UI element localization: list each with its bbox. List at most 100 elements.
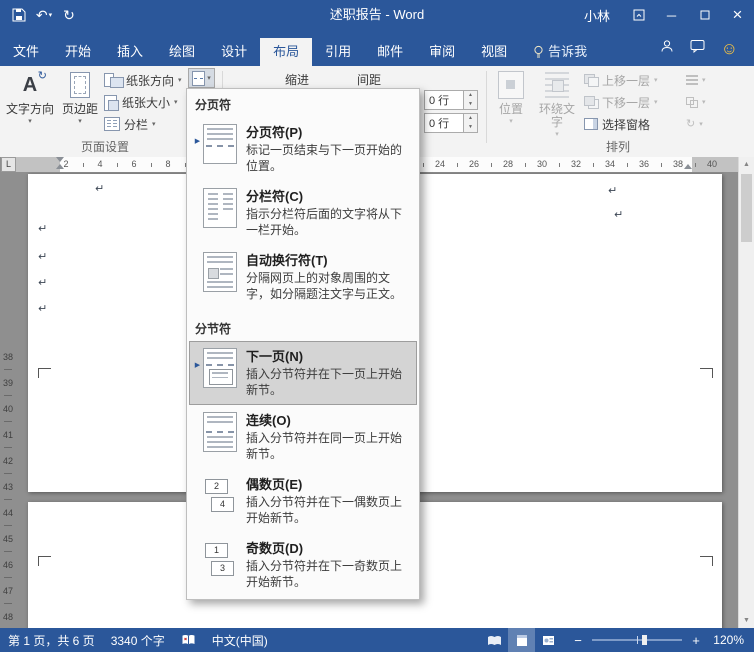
maximize-icon xyxy=(700,10,709,20)
proofing-status-button[interactable] xyxy=(173,628,204,652)
odd-page-break-icon: 1 3 xyxy=(203,540,237,580)
ruler-number: 42 xyxy=(2,456,13,466)
scrollbar-thumb[interactable] xyxy=(741,174,752,242)
send-backward-button[interactable]: 下移一层 ▾ xyxy=(584,92,658,112)
zoom-out-button[interactable]: − xyxy=(572,633,584,648)
tab-design[interactable]: 设计 xyxy=(208,38,260,66)
text-wrapping-break-icon xyxy=(203,252,237,292)
tab-home[interactable]: 开始 xyxy=(52,38,104,66)
scroll-up-icon[interactable]: ▲ xyxy=(739,157,754,172)
comments-icon[interactable] xyxy=(690,39,705,58)
paper-size-button[interactable]: 纸张大小 ▾ xyxy=(104,92,178,112)
spinner-arrows[interactable]: ▲ ▼ xyxy=(463,114,477,132)
group-divider xyxy=(486,71,487,143)
tab-layout[interactable]: 布局 xyxy=(260,38,313,66)
menu-item-page-break[interactable]: ▶ 分页符(P) 标记一页结束与下一页开始的位置。 xyxy=(189,117,417,181)
tab-file[interactable]: 文件 xyxy=(0,38,52,66)
right-indent-marker[interactable] xyxy=(684,164,692,169)
paragraph-mark-icon: ↵ xyxy=(608,185,618,197)
position-icon xyxy=(498,71,524,99)
maximize-button[interactable] xyxy=(688,0,721,30)
breaks-icon xyxy=(192,70,206,86)
zoom-level[interactable]: 120% xyxy=(712,633,754,647)
ruler-number: 4 xyxy=(97,159,103,169)
signed-in-user[interactable]: 小林 xyxy=(572,6,622,25)
minimize-button[interactable]: ─ xyxy=(655,0,688,30)
ruler-tick xyxy=(4,421,12,422)
close-icon: × xyxy=(732,5,743,24)
ruler-number: 6 xyxy=(131,159,137,169)
tab-insert[interactable]: 插入 xyxy=(104,38,156,66)
paragraph-mark-icon: ↵ xyxy=(614,209,624,221)
spin-down-icon: ▼ xyxy=(468,101,473,107)
menu-item-continuous[interactable]: 连续(O) 插入分节符并在同一页上开始新节。 xyxy=(189,405,417,469)
position-button[interactable]: 位置 ▾ xyxy=(490,69,532,141)
read-mode-button[interactable] xyxy=(481,628,508,652)
bring-forward-button[interactable]: 上移一层 ▾ xyxy=(584,70,658,90)
align-button[interactable]: ▾ xyxy=(686,70,706,90)
breaks-button[interactable]: ▾ xyxy=(188,68,215,88)
feedback-smiley-icon[interactable]: ☺ xyxy=(721,40,738,57)
tab-review[interactable]: 审阅 xyxy=(416,38,468,66)
chevron-down-icon: ▾ xyxy=(654,98,658,106)
spacing-before-input[interactable]: 0 行 ▲ ▼ xyxy=(424,90,478,110)
menu-item-next-page[interactable]: ▶ 下一页(N) 插入分节符并在下一页上开始新节。 xyxy=(189,341,417,405)
ruler-tick xyxy=(4,603,12,604)
spinner-arrows[interactable]: ▲ ▼ xyxy=(463,91,477,109)
spacing-after-input[interactable]: 0 行 ▲ ▼ xyxy=(424,113,478,133)
tab-draw[interactable]: 绘图 xyxy=(156,38,208,66)
margins-label: 页边距 xyxy=(61,102,98,116)
web-layout-button[interactable] xyxy=(535,628,562,652)
word-count[interactable]: 3340 个字 xyxy=(103,628,173,652)
menu-section-page-breaks: 分页符 xyxy=(195,98,232,112)
tab-selector[interactable]: L xyxy=(1,157,16,172)
ruler-tick xyxy=(423,163,424,167)
orientation-button[interactable]: 纸张方向 ▾ xyxy=(104,70,182,90)
ruler-number: 39 xyxy=(2,378,13,388)
tab-view[interactable]: 视图 xyxy=(468,38,520,66)
text-direction-button[interactable]: A ↻ 文字方向 ▾ xyxy=(4,69,56,141)
ruler-tick xyxy=(627,163,628,167)
save-icon xyxy=(12,8,26,22)
page-indicator[interactable]: 第 1 页，共 6 页 xyxy=(0,628,103,652)
paragraph-mark-icon: ↵ xyxy=(38,251,48,263)
redo-button[interactable]: ↻ xyxy=(58,3,80,27)
margins-button[interactable]: 页边距 ▾ xyxy=(58,69,102,141)
close-button[interactable]: × xyxy=(721,0,754,30)
menu-item-odd-page[interactable]: 1 3 奇数页(D) 插入分节符并在下一奇数页上开始新节。 xyxy=(189,533,417,597)
rotate-button[interactable]: ↻ ▾ xyxy=(686,114,703,134)
language-indicator[interactable]: 中文(中国) xyxy=(204,628,276,652)
print-layout-button[interactable] xyxy=(508,628,535,652)
columns-button[interactable]: 分栏 ▾ xyxy=(104,114,156,134)
menu-item-text-wrapping-break[interactable]: 自动换行符(T) 分隔网页上的对象周围的文字，如分隔题注文字与正文。 xyxy=(189,245,417,309)
word-window: ↶ ▾ ↻ 述职报告 - Word 小林 ─ × 文件 开始 插入 绘图 设计 布… xyxy=(0,0,754,652)
tab-tell-me[interactable]: 告诉我 xyxy=(520,38,600,66)
breaks-dropdown-menu: 分页符 ▶ 分页符(P) 标记一页结束与下一页开始的位置。 分栏符(C) 指示分… xyxy=(186,88,420,600)
group-objects-button[interactable]: ▾ xyxy=(686,92,706,112)
share-person-icon[interactable] xyxy=(660,39,674,58)
spin-down-icon: ▼ xyxy=(468,124,473,130)
tab-references[interactable]: 引用 xyxy=(312,38,364,66)
scroll-down-icon[interactable]: ▼ xyxy=(739,613,754,628)
selection-pane-button[interactable]: 选择窗格 xyxy=(584,114,650,134)
zoom-slider-notch xyxy=(637,636,638,644)
wrap-text-button[interactable]: 环绕文字 ▾ xyxy=(534,69,580,141)
menu-item-column-break[interactable]: 分栏符(C) 指示分栏符后面的文字将从下一栏开始。 xyxy=(189,181,417,245)
chevron-down-icon: ▾ xyxy=(702,98,706,106)
chevron-down-icon: ▾ xyxy=(654,76,658,84)
menu-marker-icon: ▶ xyxy=(194,138,201,145)
zoom-in-button[interactable]: + xyxy=(690,633,702,648)
ruler-number: 44 xyxy=(2,508,13,518)
save-button[interactable] xyxy=(8,3,30,27)
print-layout-icon xyxy=(516,634,527,646)
ruler-number: 46 xyxy=(2,560,13,570)
zoom-slider-thumb[interactable] xyxy=(641,635,647,645)
tab-mailings[interactable]: 邮件 xyxy=(364,38,416,66)
zoom-slider[interactable] xyxy=(592,635,682,645)
vertical-scrollbar[interactable]: ▲ ▼ xyxy=(738,157,754,628)
read-mode-icon xyxy=(488,635,501,645)
menu-item-even-page[interactable]: 2 4 偶数页(E) 插入分节符并在下一偶数页上开始新节。 xyxy=(189,469,417,533)
undo-button[interactable]: ↶ ▾ xyxy=(33,3,55,27)
ribbon-display-options-button[interactable] xyxy=(622,0,655,30)
selection-pane-icon xyxy=(584,118,598,130)
